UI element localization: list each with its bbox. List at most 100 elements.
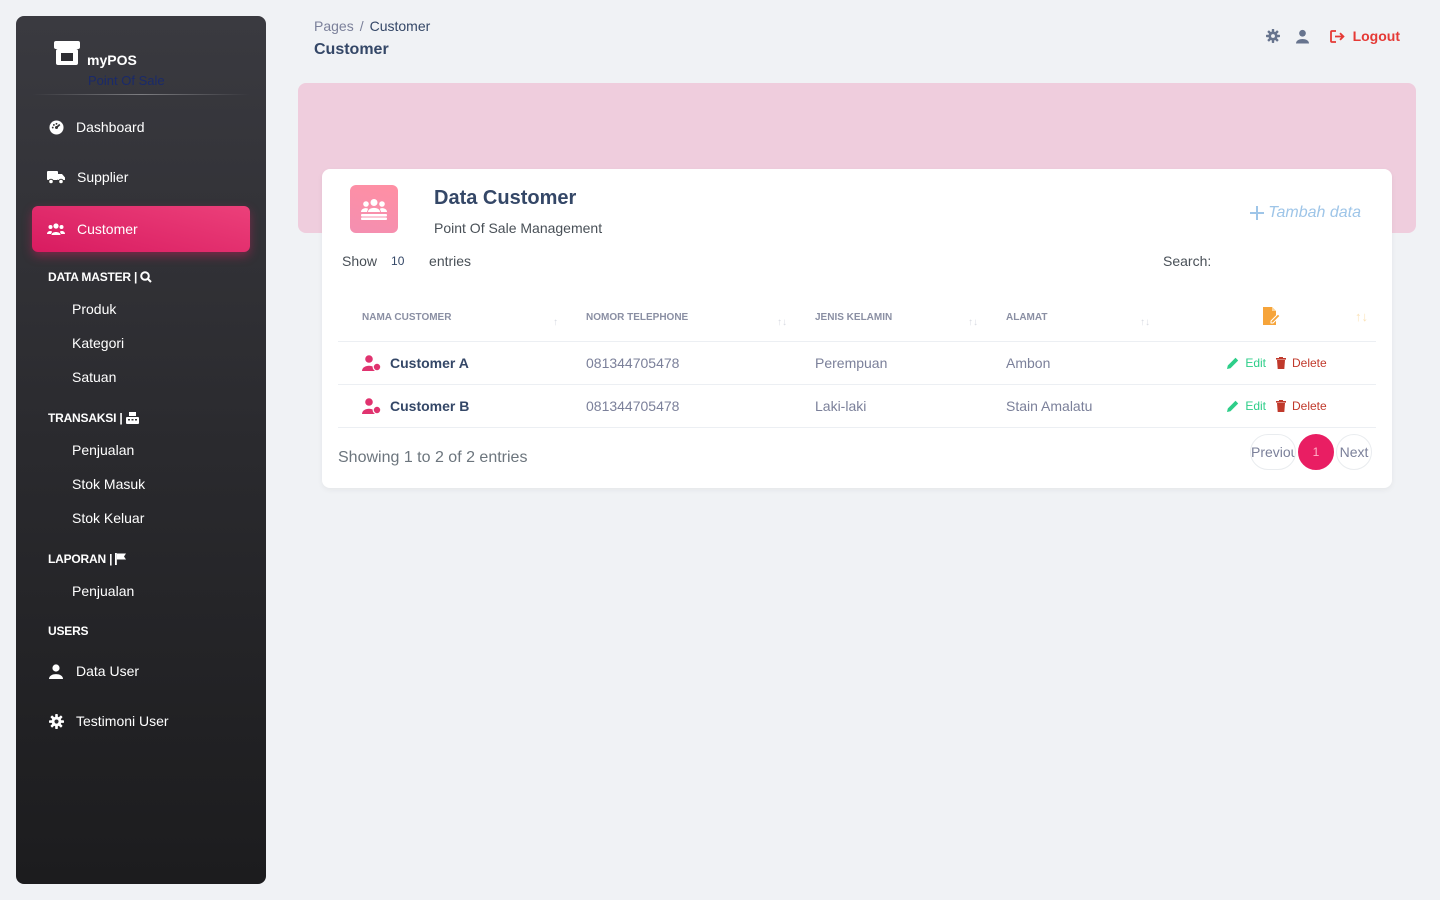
previous-label: Previous [1251, 444, 1295, 460]
show-entries: Show 10 entries [342, 253, 471, 269]
sidebar-item-penjualan[interactable]: Penjualan [72, 442, 134, 458]
next-button[interactable]: Next [1336, 434, 1372, 470]
section-title-transaksi: TRANSAKSI | [48, 411, 139, 425]
table-info: Showing 1 to 2 of 2 entries [338, 449, 528, 466]
sidebar-item-label: Data User [76, 663, 140, 679]
sidebar-item-laporan-penjualan[interactable]: Penjualan [72, 583, 134, 599]
cell-name: Customer B [338, 384, 562, 428]
edit-label: Edit [1245, 398, 1266, 413]
pagination: Previous 1 Next [1250, 434, 1372, 470]
sidebar: myPOS Point Of Sale Dashboard Supplier C… [16, 16, 266, 884]
user-icon[interactable] [1294, 27, 1312, 45]
column-header-telephone[interactable]: NOMOR TELEPHONE ↑↓ [562, 295, 791, 342]
section-title-laporan: LAPORAN | [48, 552, 127, 566]
logout-icon [1329, 29, 1345, 43]
truck-icon [47, 168, 65, 186]
sidebar-item-stok-masuk[interactable]: Stok Masuk [72, 476, 145, 492]
dashboard-icon [47, 118, 65, 136]
top-actions: Logout [1252, 27, 1400, 45]
logout-label: Logout [1352, 28, 1400, 44]
sidebar-item-supplier[interactable]: Supplier [32, 154, 250, 200]
sidebar-item-kategori[interactable]: Kategori [72, 335, 124, 351]
customer-name: Customer A [390, 354, 469, 371]
customer-name: Customer B [390, 397, 470, 414]
table-header-row: NAMA CUSTOMER ↑ NOMOR TELEPHONE ↑↓ JENIS K… [338, 295, 1376, 342]
search-label: Search: [1163, 253, 1212, 269]
breadcrumb-pages[interactable]: Pages [314, 18, 354, 34]
delete-label: Delete [1292, 398, 1327, 413]
column-header-nama[interactable]: NAMA CUSTOMER ↑ [338, 295, 562, 342]
cell-actions: Edit Delete [1154, 384, 1376, 428]
sort-icon: ↑↓ [1140, 317, 1150, 328]
section-title-label: LAPORAN | [48, 552, 113, 566]
column-header-jenis-kelamin[interactable]: JENIS KELAMIN ↑↓ [791, 295, 982, 342]
pencil-icon [1227, 357, 1239, 369]
store-icon [54, 41, 80, 65]
card-subtitle: Point Of Sale Management [434, 220, 603, 236]
column-header-alamat[interactable]: ALAMAT ↑↓ [982, 295, 1154, 342]
card-title: Data Customer [434, 187, 577, 209]
trash-icon [1276, 399, 1286, 412]
cell-gender: Laki-laki [791, 384, 982, 428]
logout-button[interactable]: Logout [1329, 28, 1400, 44]
cell-address: Ambon [982, 341, 1154, 385]
brand-subtitle: Point Of Sale [88, 73, 165, 88]
pencil-icon [1227, 400, 1239, 412]
column-header-actions[interactable]: ↑↓ [1154, 295, 1376, 342]
user-icon [47, 662, 65, 680]
users-icon [350, 185, 398, 233]
sort-icon: ↑↓ [1355, 309, 1368, 324]
sort-icon: ↑↓ [777, 317, 787, 328]
breadcrumb-separator: / [359, 18, 364, 34]
plus-icon [1250, 206, 1265, 220]
delete-button[interactable]: Delete [1276, 399, 1327, 413]
previous-button[interactable]: Previous [1250, 434, 1296, 470]
sidebar-item-stok-keluar[interactable]: Stok Keluar [72, 510, 144, 526]
page-size-select[interactable]: 10 [377, 254, 429, 268]
add-data-label: Tambah data [1268, 204, 1361, 221]
section-title-data-master: DATA MASTER | [48, 270, 152, 284]
user-icon [362, 397, 382, 414]
brand-name: myPOS [87, 52, 137, 68]
sidebar-item-dashboard[interactable]: Dashboard [32, 104, 250, 150]
user-icon [362, 354, 382, 371]
cash-register-icon [125, 412, 139, 424]
edit-button[interactable]: Edit [1227, 356, 1266, 370]
entries-label: entries [429, 253, 472, 269]
breadcrumb: Pages / Customer [314, 18, 430, 34]
delete-button[interactable]: Delete [1276, 356, 1327, 370]
flag-icon [115, 553, 127, 565]
sidebar-item-label: Supplier [77, 169, 129, 185]
delete-label: Delete [1292, 355, 1327, 370]
sort-icon: ↑↓ [968, 317, 978, 328]
breadcrumb-current: Customer [369, 18, 431, 34]
edit-label: Edit [1245, 355, 1266, 370]
sidebar-item-testimoni-user[interactable]: Testimoni User [32, 698, 250, 744]
sidebar-item-satuan[interactable]: Satuan [72, 369, 116, 385]
gear-icon [47, 712, 65, 730]
sidebar-item-customer[interactable]: Customer [32, 206, 250, 252]
customer-card: Data Customer Point Of Sale Management T… [322, 169, 1392, 488]
column-header-label: NOMOR TELEPHONE [586, 312, 689, 324]
trash-icon [1276, 356, 1286, 369]
edit-button[interactable]: Edit [1227, 399, 1266, 413]
cell-phone: 081344705478 [562, 341, 791, 385]
settings-icon[interactable] [1264, 27, 1282, 45]
add-data-button[interactable]: Tambah data [1250, 204, 1361, 222]
section-title-users: USERS [48, 624, 89, 638]
section-title-label: TRANSAKSI | [48, 411, 123, 425]
cell-address: Stain Amalatu [982, 384, 1154, 428]
sidebar-item-data-user[interactable]: Data User [32, 648, 250, 694]
column-header-label: ALAMAT [1006, 312, 1048, 324]
users-icon [47, 220, 65, 238]
cell-name: Customer A [338, 341, 562, 385]
edit-doc-icon [1263, 307, 1281, 326]
search-icon [140, 271, 152, 283]
page-title: Customer [314, 41, 389, 58]
brand[interactable]: myPOS [52, 38, 137, 68]
column-header-label: JENIS KELAMIN [815, 312, 893, 324]
sidebar-item-produk[interactable]: Produk [72, 301, 116, 317]
sort-icon: ↑ [553, 317, 558, 328]
page-1-button[interactable]: 1 [1298, 434, 1334, 470]
table-row: Customer A 081344705478 Perempuan Ambon … [338, 341, 1376, 385]
